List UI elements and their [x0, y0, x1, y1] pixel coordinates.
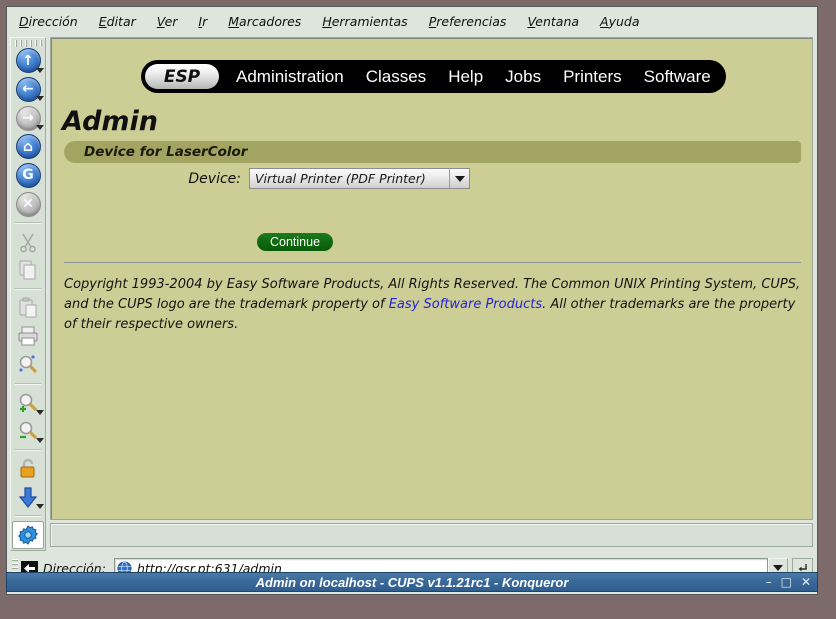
tab-help[interactable]: Help	[437, 67, 494, 87]
tab-administration[interactable]: Administration	[225, 67, 355, 87]
zoom-out-icon[interactable]	[12, 418, 44, 446]
cut-icon-glyph	[20, 233, 36, 253]
find-icon[interactable]	[12, 351, 44, 379]
copy-icon[interactable]	[12, 256, 44, 284]
up-icon[interactable]: ↑	[12, 47, 44, 75]
copy-icon-glyph	[19, 260, 36, 280]
menu-label: erramientas	[331, 13, 408, 29]
chevron-down-icon[interactable]	[36, 504, 44, 510]
chevron-down-icon[interactable]	[36, 409, 44, 415]
print-icon-glyph	[18, 326, 38, 346]
menu-label: entana	[535, 13, 580, 29]
back-icon[interactable]: ←	[12, 76, 44, 104]
menu-item-r[interactable]: Ir	[198, 14, 207, 29]
chevron-down-icon[interactable]	[449, 169, 469, 188]
toolbar-separator	[15, 221, 41, 224]
unlock-icon-glyph	[20, 458, 35, 478]
maximize-button[interactable]: □	[781, 576, 792, 588]
page-title: Admin	[62, 106, 159, 137]
device-label: Device:	[188, 170, 241, 187]
menu-accel: D	[19, 13, 29, 29]
reload-icon[interactable]: G	[12, 162, 44, 190]
unlock-icon[interactable]	[12, 455, 44, 483]
device-select[interactable]: Virtual Printer (PDF Printer)	[249, 168, 470, 189]
menu-label: r	[202, 13, 208, 29]
cups-navbar: ESP Administration Classes Help Jobs Pri…	[141, 60, 726, 93]
chevron-down-icon[interactable]	[36, 67, 44, 73]
toolbar-separator	[15, 288, 41, 291]
menu-label: referencias	[436, 13, 507, 29]
cut-icon[interactable]	[12, 228, 44, 256]
download-icon[interactable]	[12, 484, 44, 512]
menu-item-ditar[interactable]: Editar	[99, 14, 136, 29]
konqueror-window: Dirección Editar Ver Ir Marcadores Herramient…	[6, 6, 818, 595]
copyright-text: Copyright 1993-2004 by Easy Software Pro…	[64, 275, 804, 335]
menu-item-yuda[interactable]: Ayuda	[600, 14, 639, 29]
device-form-row: Device: Virtual Printer (PDF Printer)	[51, 168, 812, 189]
tab-software[interactable]: Software	[633, 67, 722, 87]
chevron-down-icon[interactable]	[36, 438, 44, 444]
section-header: Device for LaserColor	[64, 141, 801, 163]
toolbar-separator	[15, 449, 41, 452]
paste-icon[interactable]	[12, 294, 44, 322]
device-select-value: Virtual Printer (PDF Printer)	[255, 171, 426, 186]
configure-icon[interactable]	[12, 521, 44, 550]
main-toolbar: ↑ ← → ⌂ G ✕	[10, 37, 46, 551]
content-divider	[64, 262, 801, 263]
easy-software-products-link[interactable]: Easy Software Products	[389, 297, 542, 312]
menu-item-erramientas[interactable]: Herramientas	[322, 14, 407, 29]
toolbar-separator	[15, 515, 41, 518]
chevron-down-icon[interactable]	[36, 96, 44, 102]
minimize-button[interactable]: –	[766, 576, 772, 588]
desktop: Dirección Editar Ver Ir Marcadores Herramient…	[0, 0, 836, 619]
window-title-bar[interactable]: Admin on localhost - CUPS v1.1.21rc1 - K…	[6, 572, 818, 592]
menu-item-referencias[interactable]: Preferencias	[429, 14, 507, 29]
paste-icon-glyph	[19, 297, 37, 318]
forward-icon[interactable]: →	[12, 104, 44, 132]
chevron-down-icon[interactable]	[36, 124, 44, 130]
toolbar-grip[interactable]	[15, 40, 43, 47]
menu-accel: E	[98, 13, 107, 29]
stop-icon-glyph: ✕	[15, 191, 41, 217]
reload-icon-glyph: G	[15, 162, 41, 188]
continue-button[interactable]: Continue	[257, 233, 334, 251]
configure-icon-glyph	[17, 525, 39, 545]
menu-accel: V	[156, 13, 165, 29]
menu-item-ireccin[interactable]: Dirección	[19, 14, 78, 29]
stop-icon[interactable]: ✕	[12, 190, 44, 218]
menu-label: yuda	[608, 13, 640, 29]
zoom-in-icon[interactable]	[12, 389, 44, 417]
menu-accel: H	[322, 13, 332, 29]
menu-label: arcadores	[239, 13, 302, 29]
home-icon-glyph: ⌂	[15, 134, 41, 160]
menu-bar: Dirección Editar Ver Ir Marcadores Herramient…	[9, 9, 815, 33]
toolbar-separator	[15, 382, 41, 385]
print-icon[interactable]	[12, 323, 44, 351]
window-title: Admin on localhost - CUPS v1.1.21rc1 - K…	[255, 574, 569, 590]
menu-item-arcadores[interactable]: Marcadores	[228, 14, 301, 29]
tab-jobs[interactable]: Jobs	[494, 67, 552, 87]
tab-printers[interactable]: Printers	[552, 67, 633, 87]
tab-esp[interactable]: ESP	[145, 64, 219, 89]
browser-view: ESP Administration Classes Help Jobs Pri…	[50, 37, 813, 520]
home-icon[interactable]: ⌂	[12, 133, 44, 161]
tab-classes[interactable]: Classes	[355, 67, 437, 87]
window-controls: – □ ✕	[766, 573, 811, 591]
menu-label: irección	[28, 13, 78, 29]
menu-accel: A	[600, 13, 609, 29]
menu-label: ditar	[106, 13, 136, 29]
status-bar	[50, 523, 813, 547]
close-button[interactable]: ✕	[801, 576, 811, 588]
menu-item-er[interactable]: Ver	[157, 14, 178, 29]
menu-accel: M	[228, 13, 240, 29]
find-icon-glyph	[19, 355, 38, 374]
menu-label: er	[164, 13, 178, 29]
menu-item-entana[interactable]: Ventana	[527, 14, 579, 29]
